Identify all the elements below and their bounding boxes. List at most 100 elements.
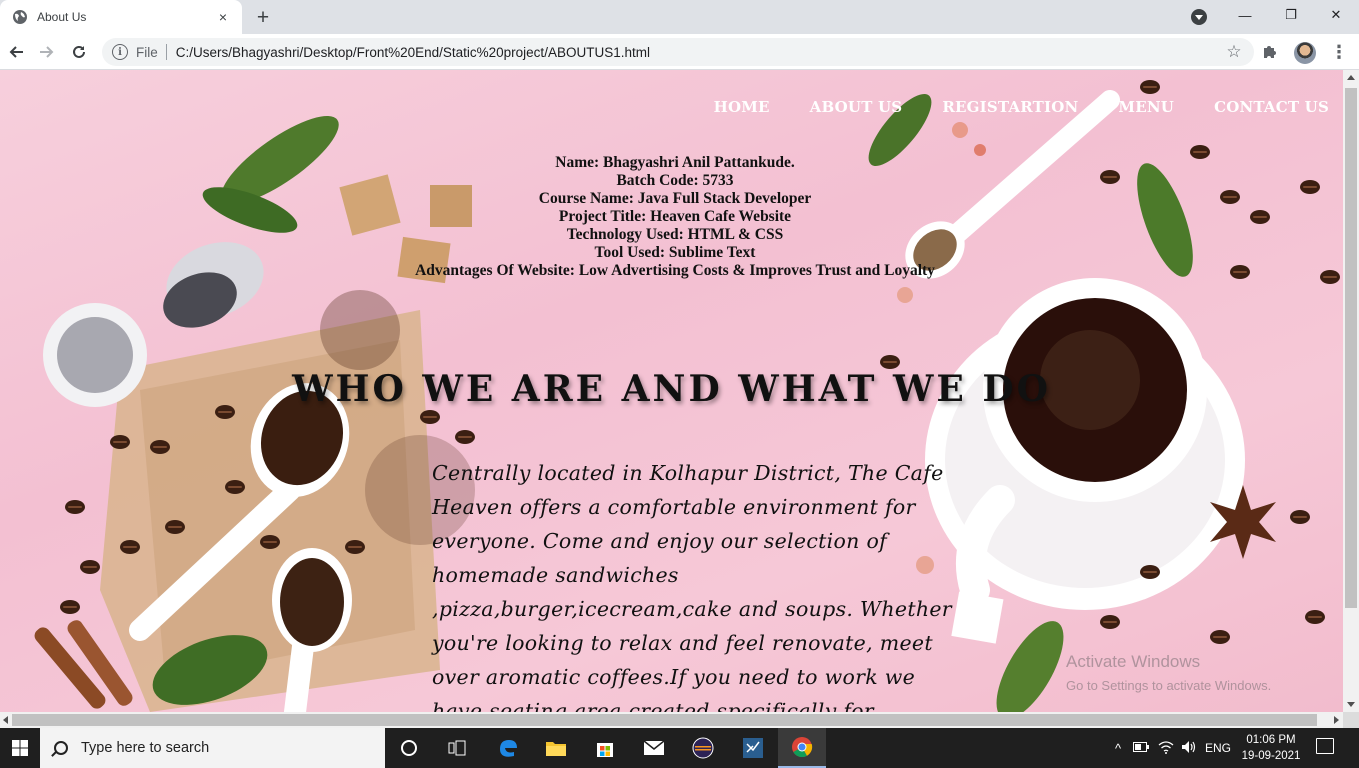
page-headline: WHO WE ARE AND WHAT WE DO — [292, 368, 1051, 410]
cortana-icon[interactable] — [385, 728, 433, 768]
scroll-down-arrow-icon[interactable] — [1347, 702, 1355, 707]
clock-time: 01:06 PM — [1246, 734, 1296, 746]
reload-icon[interactable] — [65, 38, 93, 66]
coffee-bean-icon — [60, 600, 80, 614]
wifi-icon[interactable] — [1154, 740, 1178, 757]
watermark-subtitle: Go to Settings to activate Windows. — [1066, 678, 1272, 693]
site-navigation: HOME ABOUT US REGISTARTION MENU CONTACT … — [714, 98, 1329, 116]
vertical-scrollbar[interactable] — [1343, 70, 1359, 712]
coffee-bean-icon — [260, 535, 280, 549]
taskbar-search-box[interactable]: Type here to search — [40, 728, 385, 768]
visual-studio-icon[interactable] — [729, 728, 777, 768]
browser-tab-strip: About Us × + — ❐ ✕ — [0, 0, 1359, 34]
info-technology: Technology Used: HTML & CSS — [566, 226, 784, 243]
coffee-bean-icon — [80, 560, 100, 574]
vertical-scroll-thumb[interactable] — [1345, 88, 1357, 608]
coffee-bean-icon — [420, 410, 440, 424]
nav-menu-link[interactable]: MENU — [1118, 98, 1174, 116]
windows-start-button[interactable] — [0, 728, 40, 768]
forward-arrow-icon[interactable] — [33, 38, 61, 66]
store-icon[interactable] — [581, 728, 629, 768]
globe-icon — [13, 10, 27, 24]
mail-icon[interactable] — [630, 728, 678, 768]
coffee-bean-icon — [1250, 210, 1270, 224]
file-explorer-icon[interactable] — [532, 728, 580, 768]
scroll-right-arrow-icon[interactable] — [1334, 716, 1339, 724]
coffee-bean-icon — [345, 540, 365, 554]
scroll-up-arrow-icon[interactable] — [1347, 75, 1355, 80]
eclipse-icon[interactable] — [679, 728, 727, 768]
coffee-bean-icon — [110, 435, 130, 449]
system-tray: ^ ENG — [1108, 728, 1236, 768]
coffee-bean-icon — [1210, 630, 1230, 644]
coffee-bean-icon — [1300, 180, 1320, 194]
volume-icon[interactable] — [1178, 740, 1200, 757]
back-arrow-icon[interactable] — [2, 38, 30, 66]
new-tab-button[interactable]: + — [252, 6, 274, 28]
nav-contact-us-link[interactable]: CONTACT US — [1214, 98, 1329, 116]
close-tab-icon[interactable]: × — [214, 8, 232, 26]
activate-windows-watermark: Activate Windows Go to Settings to activ… — [1066, 652, 1271, 693]
close-window-button[interactable]: ✕ — [1313, 0, 1359, 30]
language-indicator[interactable]: ENG — [1200, 741, 1236, 755]
coffee-bean-icon — [120, 540, 140, 554]
edge-icon[interactable] — [484, 728, 532, 768]
windows-taskbar: Type here to search ^ ENG 01:06 PM 19-09… — [0, 728, 1359, 768]
coffee-bean-icon — [1220, 190, 1240, 204]
coffee-bean-icon — [65, 500, 85, 514]
tab-search-icon[interactable] — [1191, 9, 1207, 25]
coffee-bean-icon — [1320, 270, 1340, 284]
info-name: Name: Bhagyashri Anil Pattankude. — [555, 154, 795, 171]
coffee-bean-icon — [1190, 145, 1210, 159]
search-placeholder: Type here to search — [81, 740, 210, 756]
profile-avatar[interactable] — [1294, 42, 1316, 64]
info-icon[interactable]: i — [112, 44, 128, 60]
extensions-puzzle-icon[interactable] — [1262, 43, 1280, 61]
info-advantages: Advantages Of Website: Low Advertising C… — [415, 262, 935, 279]
nav-registration-link[interactable]: REGISTARTION — [942, 98, 1078, 116]
coffee-bean-icon — [1230, 265, 1250, 279]
coffee-bean-icon — [1100, 615, 1120, 629]
divider — [165, 44, 167, 60]
info-course-name: Course Name: Java Full Stack Developer — [538, 190, 812, 207]
windows-logo-icon — [12, 740, 28, 756]
minimize-button[interactable]: — — [1222, 0, 1268, 30]
coffee-bean-icon — [150, 440, 170, 454]
coffee-bean-icon — [880, 355, 900, 369]
file-label: File — [136, 44, 158, 60]
url-text[interactable]: C:/Users/Bhagyashri/Desktop/Front%20End/… — [176, 45, 1220, 60]
coffee-bean-icon — [1140, 565, 1160, 579]
horizontal-scrollbar[interactable] — [0, 712, 1343, 728]
coffee-bean-icon — [1140, 80, 1160, 94]
coffee-bean-icon — [165, 520, 185, 534]
tab-title: About Us — [37, 10, 87, 24]
coffee-bean-icon — [455, 430, 475, 444]
browser-menu-icon[interactable]: ⋮ — [1330, 42, 1348, 62]
notification-center-icon[interactable] — [1316, 738, 1334, 754]
nav-home-link[interactable]: HOME — [714, 98, 770, 116]
project-info: Name: Bhagyashri Anil Pattankude. Batch … — [340, 154, 1010, 280]
browser-toolbar: i File C:/Users/Bhagyashri/Desktop/Front… — [0, 34, 1359, 70]
taskbar-clock[interactable]: 01:06 PM 19-09-2021 — [1238, 732, 1304, 764]
coffee-bean-icon — [1100, 170, 1120, 184]
scroll-left-arrow-icon[interactable] — [3, 716, 8, 724]
tab-about-us[interactable]: About Us × — [0, 0, 242, 34]
battery-icon[interactable] — [1128, 741, 1154, 755]
coffee-bean-icon — [1290, 510, 1310, 524]
bookmark-star-icon[interactable]: ☆ — [1220, 42, 1248, 62]
chrome-icon[interactable] — [778, 728, 826, 768]
scrollbar-corner — [1343, 712, 1359, 728]
coffee-bean-icon — [225, 480, 245, 494]
maximize-button[interactable]: ❐ — [1268, 0, 1314, 30]
clock-date: 19-09-2021 — [1241, 750, 1301, 762]
address-bar[interactable]: i File C:/Users/Bhagyashri/Desktop/Front… — [102, 38, 1254, 66]
coffee-bean-icon — [1305, 610, 1325, 624]
horizontal-scroll-thumb[interactable] — [12, 714, 1317, 726]
info-tool: Tool Used: Sublime Text — [594, 244, 756, 261]
search-icon — [54, 741, 68, 755]
page-viewport: HOME ABOUT US REGISTARTION MENU CONTACT … — [0, 70, 1343, 712]
nav-about-us-link[interactable]: ABOUT US — [810, 98, 903, 116]
show-hidden-icons-chevron-icon[interactable]: ^ — [1108, 741, 1128, 756]
task-view-icon[interactable] — [433, 728, 481, 768]
info-project-title: Project Title: Heaven Cafe Website — [558, 208, 792, 225]
